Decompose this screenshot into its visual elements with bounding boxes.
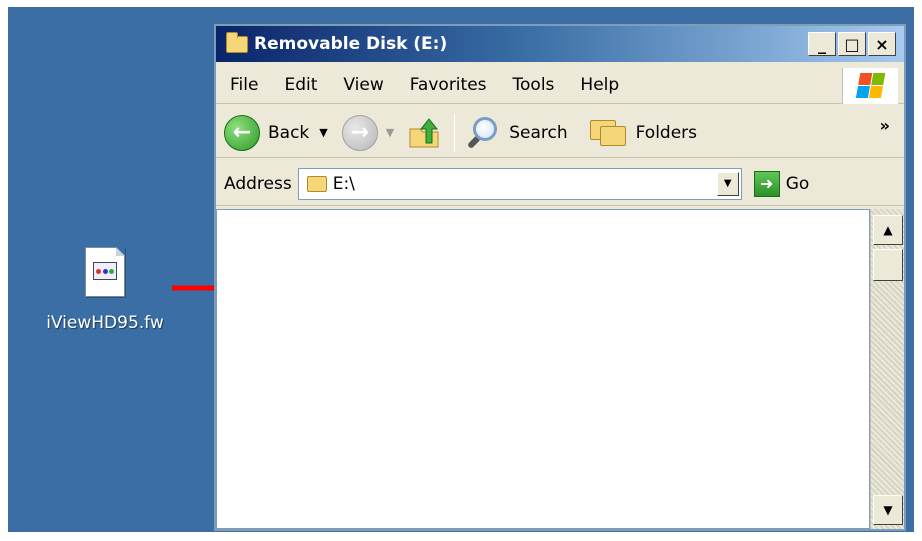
menu-help[interactable]: Help: [580, 75, 619, 95]
vertical-scrollbar[interactable]: ▲ ▼: [870, 209, 904, 529]
scroll-up-icon[interactable]: ▲: [873, 215, 903, 245]
toolbar: ← Back ▼ → ▼ Search Folders: [216, 108, 904, 158]
address-dropdown-icon[interactable]: ▼: [716, 171, 739, 196]
close-button[interactable]: ×: [868, 32, 896, 56]
folder-icon: [306, 175, 327, 192]
address-value[interactable]: E:\: [333, 174, 355, 194]
folders-icon[interactable]: [589, 118, 628, 148]
windows-logo-icon: [842, 68, 898, 104]
go-button-label[interactable]: Go: [786, 174, 810, 194]
file-list-area[interactable]: [216, 209, 870, 529]
search-icon[interactable]: [465, 115, 501, 151]
back-dropdown-icon[interactable]: ▼: [319, 126, 327, 139]
menu-view[interactable]: View: [343, 75, 383, 95]
menu-bar: File Edit View Favorites Tools Help: [216, 66, 904, 104]
window-title: Removable Disk (E:): [254, 34, 448, 54]
minimize-button[interactable]: _: [808, 32, 836, 56]
title-bar[interactable]: Removable Disk (E:) _ □ ×: [216, 26, 904, 62]
firmware-file-icon: [85, 247, 125, 297]
desktop-file-icon[interactable]: iViewHD95.fw: [30, 247, 180, 333]
explorer-window: Removable Disk (E:) _ □ × File Edit View…: [214, 24, 906, 531]
forward-dropdown-icon[interactable]: ▼: [386, 126, 394, 139]
toolbar-separator: [454, 113, 456, 152]
back-arrow-icon[interactable]: ←: [224, 114, 260, 151]
toolbar-more-icon[interactable]: »: [880, 116, 890, 135]
address-label: Address: [224, 173, 292, 194]
menu-file[interactable]: File: [230, 75, 258, 95]
menu-tools[interactable]: Tools: [513, 75, 555, 95]
address-input[interactable]: E:\ ▼: [297, 167, 742, 200]
scroll-down-icon[interactable]: ▼: [873, 495, 903, 525]
address-bar: Address E:\ ▼ ➜ Go: [216, 162, 904, 206]
menu-favorites[interactable]: Favorites: [410, 75, 487, 95]
search-button-label[interactable]: Search: [509, 123, 567, 143]
scroll-thumb[interactable]: [873, 249, 903, 281]
desktop-file-label: iViewHD95.fw: [46, 313, 164, 333]
back-button-label[interactable]: Back: [268, 123, 309, 143]
go-arrow-icon[interactable]: ➜: [753, 170, 780, 197]
folders-button-label[interactable]: Folders: [636, 123, 697, 143]
forward-arrow-icon[interactable]: →: [341, 114, 378, 151]
maximize-button[interactable]: □: [838, 32, 866, 56]
folder-up-icon[interactable]: [406, 115, 442, 151]
menu-edit[interactable]: Edit: [284, 75, 317, 95]
folder-icon: [226, 31, 248, 53]
